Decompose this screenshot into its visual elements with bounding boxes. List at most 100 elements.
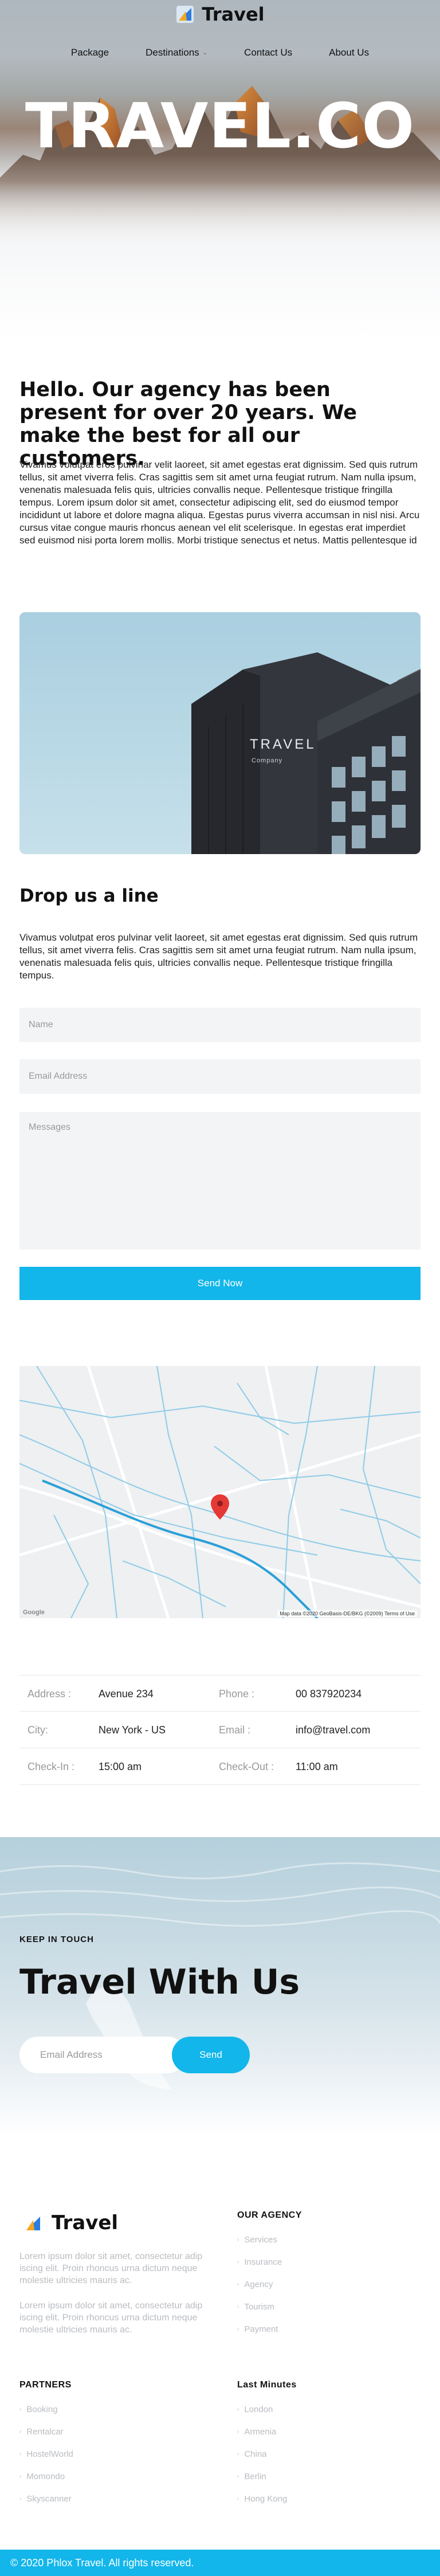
footer-link-label: Momondo bbox=[26, 2472, 65, 2481]
chevron-right-icon: › bbox=[237, 2281, 239, 2288]
our-agency-heading: OUR AGENCY bbox=[237, 2210, 302, 2220]
chevron-right-icon: › bbox=[237, 2406, 239, 2413]
address-value: Avenue 234 bbox=[99, 1688, 154, 1700]
building-photo: TRAVEL Company bbox=[19, 612, 421, 854]
footer-brand-name: Travel bbox=[52, 2211, 119, 2234]
map-pin-icon[interactable] bbox=[211, 1494, 229, 1520]
map-roads bbox=[19, 1366, 421, 1618]
sign-sub: Company bbox=[252, 757, 282, 764]
footer-link[interactable]: › Hong Kong bbox=[237, 2488, 287, 2510]
nav-item-package[interactable]: Package bbox=[53, 47, 127, 58]
our-agency-list: › Services › Insurance › Agency › Tourism › P… bbox=[237, 2229, 282, 2340]
footer-link-label: China bbox=[244, 2449, 267, 2459]
check-out-value: 11:00 am bbox=[296, 1761, 338, 1772]
newsletter-send-button[interactable]: Send bbox=[172, 2037, 250, 2073]
chevron-right-icon: › bbox=[19, 2496, 22, 2502]
footer-link-label: Insurance bbox=[244, 2257, 282, 2267]
footer-link[interactable]: › Agency bbox=[237, 2273, 282, 2296]
chevron-right-icon: › bbox=[237, 2496, 239, 2502]
info-table: Address : Avenue 234 Phone : 00 83792023… bbox=[19, 1675, 421, 1785]
newsletter-section: KEEP IN TOUCH Travel With Us Email Addre… bbox=[0, 1837, 440, 2135]
footer-link-label: Rentalcar bbox=[26, 2427, 64, 2437]
hero-title: TRAVEL.CO bbox=[25, 91, 415, 162]
contact-paragraph: Vivamus volutpat eros pulvinar velit lao… bbox=[19, 932, 418, 981]
phone-value[interactable]: 00 837920234 bbox=[296, 1688, 362, 1700]
footer-link-label: Hong Kong bbox=[244, 2494, 288, 2504]
footer-link-label: Payment bbox=[244, 2324, 278, 2334]
footer-link[interactable]: › Booking bbox=[19, 2398, 73, 2421]
chevron-right-icon: › bbox=[19, 2451, 22, 2457]
footer-link-label: Berlin bbox=[244, 2472, 266, 2481]
footer-text: Lorem ipsum dolor sit amet, consectetur … bbox=[19, 2301, 203, 2335]
footer-link[interactable]: › Berlin bbox=[237, 2465, 287, 2488]
footer-text: Lorem ipsum dolor sit amet, consectetur … bbox=[19, 2252, 203, 2285]
chevron-right-icon: › bbox=[237, 2451, 239, 2457]
chevron-right-icon: › bbox=[19, 2406, 22, 2413]
sign-main: TRAVEL bbox=[250, 737, 316, 752]
chevron-right-icon: › bbox=[19, 2473, 22, 2480]
info-row: Check-In : 15:00 am Check-Out : 11:00 am bbox=[19, 1748, 421, 1785]
contact-title: Drop us a line bbox=[19, 886, 159, 906]
nav-label: Destinations bbox=[146, 47, 199, 58]
site-header: Travel bbox=[0, 0, 440, 29]
nav-item-destinations[interactable]: Destinations ⌄ bbox=[127, 47, 226, 58]
city-label: City: bbox=[28, 1724, 48, 1736]
info-row: City: New York - US Email : info@travel.… bbox=[19, 1712, 421, 1748]
logo-icon[interactable] bbox=[175, 5, 195, 24]
last-minutes-heading: Last Minutes bbox=[237, 2380, 297, 2390]
intro-heading: Hello. Our agency has been present for o… bbox=[19, 378, 357, 470]
copyright-bar: © 2020 Phlox Travel. All rights reserved… bbox=[0, 2550, 440, 2576]
email-field[interactable]: Email Address bbox=[19, 1059, 421, 1094]
nav-item-contact-us[interactable]: Contact Us bbox=[226, 47, 311, 58]
nav-label: Package bbox=[70, 47, 109, 58]
chevron-right-icon: › bbox=[237, 2429, 239, 2435]
footer-link[interactable]: › Payment bbox=[237, 2318, 282, 2340]
footer-link-label: Armenia bbox=[244, 2427, 277, 2437]
chevron-right-icon: › bbox=[237, 2259, 239, 2265]
nav-label: About Us bbox=[329, 47, 370, 58]
footer-link[interactable]: › Momondo bbox=[19, 2465, 73, 2488]
map-attribution[interactable]: Map data ©2020 GeoBasis-DE/BKG (©2009) T… bbox=[277, 1610, 417, 1617]
city-value: New York - US bbox=[99, 1724, 166, 1736]
building-illustration: TRAVEL Company bbox=[19, 612, 421, 854]
check-in-value: 15:00 am bbox=[99, 1761, 142, 1772]
chevron-right-icon: › bbox=[237, 2326, 239, 2332]
footer-link-label: HostelWorld bbox=[26, 2449, 73, 2459]
footer-link[interactable]: › HostelWorld bbox=[19, 2443, 73, 2465]
hero-section: Travel Package Destinations ⌄ Contact Us … bbox=[0, 0, 440, 338]
footer-link-label: London bbox=[244, 2405, 273, 2414]
email-label: Email : bbox=[219, 1724, 251, 1736]
send-now-button[interactable]: Send Now bbox=[19, 1267, 421, 1300]
chevron-right-icon: › bbox=[19, 2429, 22, 2435]
newsletter-email-input[interactable]: Email Address bbox=[19, 2037, 186, 2073]
footer-link[interactable]: › Armenia bbox=[237, 2421, 287, 2443]
chevron-down-icon: ⌄ bbox=[202, 49, 208, 56]
chevron-right-icon: › bbox=[237, 2304, 239, 2310]
address-label: Address : bbox=[28, 1688, 72, 1700]
logo-icon bbox=[26, 2217, 40, 2230]
map-provider-logo: Google bbox=[23, 1609, 45, 1616]
brand-name[interactable]: Travel bbox=[202, 3, 264, 25]
check-in-label: Check-In : bbox=[28, 1761, 75, 1772]
check-out-label: Check-Out : bbox=[219, 1761, 274, 1772]
chevron-right-icon: › bbox=[237, 2237, 239, 2243]
footer-link[interactable]: › Tourism bbox=[237, 2296, 282, 2318]
nav-item-about-us[interactable]: About Us bbox=[311, 47, 387, 58]
footer-link[interactable]: › Skyscanner bbox=[19, 2488, 73, 2510]
email-value[interactable]: info@travel.com bbox=[296, 1724, 370, 1736]
footer-link[interactable]: › Insurance bbox=[237, 2251, 282, 2273]
footer-link-label: Agency bbox=[244, 2280, 273, 2289]
name-field[interactable]: Name bbox=[19, 1008, 421, 1042]
footer-link[interactable]: › China bbox=[237, 2443, 287, 2465]
footer-link[interactable]: › Rentalcar bbox=[19, 2421, 73, 2443]
location-map[interactable]: Google Map data ©2020 GeoBasis-DE/BKG (©… bbox=[19, 1366, 421, 1618]
footer-logo[interactable]: Travel bbox=[24, 2211, 118, 2234]
nav-label: Contact Us bbox=[244, 47, 293, 58]
last-minutes-list: › London › Armenia › China › Berlin › Hong Ko… bbox=[237, 2398, 287, 2510]
footer-link[interactable]: › London bbox=[237, 2398, 287, 2421]
footer-link-label: Skyscanner bbox=[26, 2494, 72, 2504]
footer-link[interactable]: › Services bbox=[237, 2229, 282, 2251]
message-field[interactable]: Messages bbox=[19, 1112, 421, 1250]
partners-list: › Booking › Rentalcar › HostelWorld › Momond… bbox=[19, 2398, 73, 2510]
info-row: Address : Avenue 234 Phone : 00 83792023… bbox=[19, 1675, 421, 1712]
